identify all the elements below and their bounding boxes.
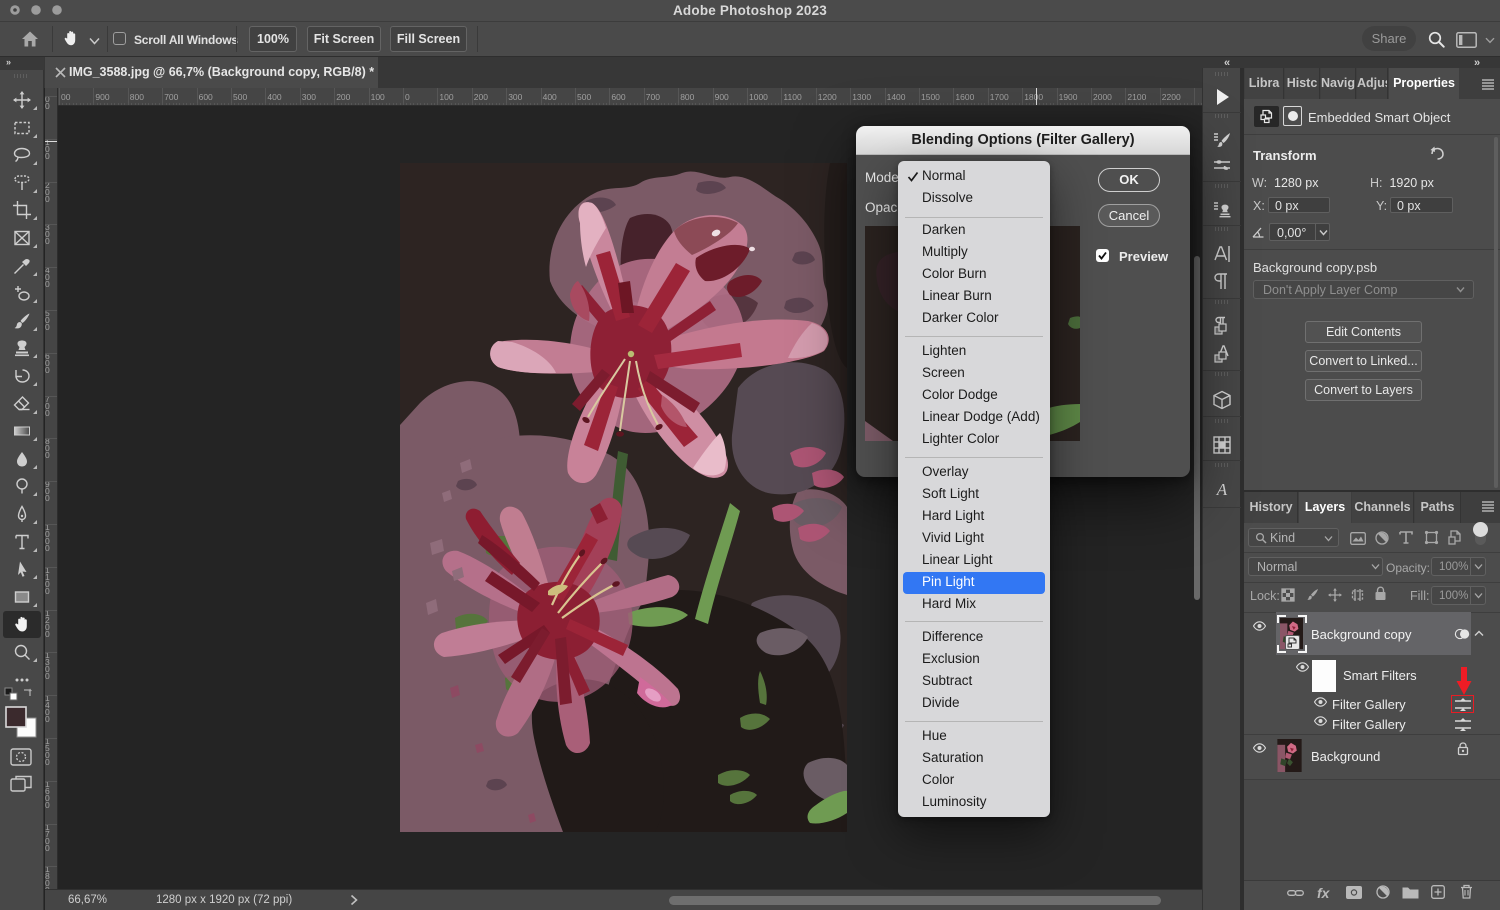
svg-text:A: A	[1216, 480, 1228, 499]
